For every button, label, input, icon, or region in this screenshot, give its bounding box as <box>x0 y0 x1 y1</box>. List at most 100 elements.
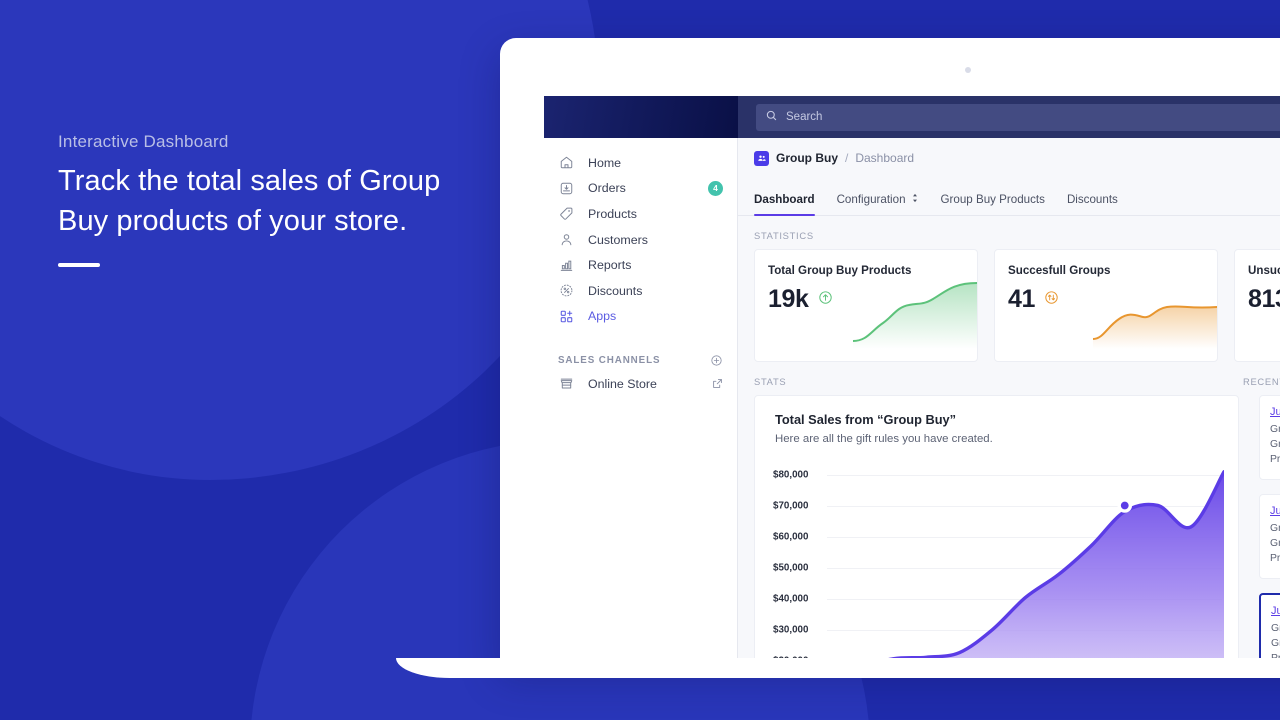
orders-badge: 4 <box>708 180 723 196</box>
sidebar-item-products[interactable]: Products <box>544 201 737 227</box>
app-logo-area[interactable] <box>544 96 738 138</box>
chart-ytick: $70,000 <box>773 500 809 512</box>
tab-label: Group Buy Products <box>940 193 1045 206</box>
recent-card-line: Group Buy P... <box>1270 439 1280 450</box>
sidebar-item-label: Online Store <box>588 376 657 391</box>
statistics-card-row: Total Group Buy Products 19k Succesfull … <box>738 249 1280 362</box>
laptop-base <box>396 658 1280 678</box>
chart-ytick: $40,000 <box>773 593 809 605</box>
promo-block: Interactive Dashboard Track the total sa… <box>58 132 458 267</box>
sidebar-item-label: Reports <box>588 258 632 273</box>
recent-card-link[interactable]: June 2019 <box>1271 605 1280 617</box>
stat-card-value-row: 813 <box>1235 277 1280 314</box>
stats-area: Total Sales from “Group Buy” Here are al… <box>738 395 1280 662</box>
sidebar-item-label: Orders <box>588 181 626 196</box>
recent-card-highlighted[interactable]: June 2019 Groups: 12 Group Buy P... Prod… <box>1259 593 1280 662</box>
chart-ytick: $80,000 <box>773 469 809 481</box>
breadcrumb-separator: / <box>845 151 849 165</box>
discount-badge-icon <box>558 282 575 299</box>
sidebar-item-label: Products <box>588 206 637 221</box>
sidebar-item-home[interactable]: Home <box>544 150 737 176</box>
recent-card-link[interactable]: June 2019 <box>1270 505 1280 517</box>
recent-card-line: Group Buy P... <box>1271 638 1280 649</box>
sidebar-item-apps[interactable]: Apps <box>544 304 737 330</box>
apps-grid-plus-icon <box>558 308 575 325</box>
app-topbar: Search <box>544 96 1280 138</box>
chart-ytick: $60,000 <box>773 531 809 543</box>
sidebar-item-reports[interactable]: Reports <box>544 252 737 278</box>
tab-group-buy-products[interactable]: Group Buy Products <box>941 193 1045 215</box>
stat-card-value: 19k <box>768 285 809 313</box>
stat-card-title: Unsuccesfull Groups <box>1248 264 1280 277</box>
stat-card-unsuccessful-groups[interactable]: Unsuccesfull Groups 813 <box>1234 249 1280 362</box>
sidebar-item-label: Home <box>588 155 622 170</box>
recent-card-line: Product: Bl... <box>1270 454 1280 465</box>
arrow-up-circle-icon <box>818 290 833 310</box>
recent-card-link[interactable]: June 2019 <box>1270 406 1280 418</box>
promo-divider <box>58 263 100 267</box>
topbar-main: Search <box>738 96 1280 138</box>
plus-circle-icon[interactable] <box>710 354 723 367</box>
recent-column: June 2019 Groups: 12 Group Buy P... Prod… <box>1255 395 1280 662</box>
tab-bar: Dashboard Configuration Group Buy Produc… <box>738 178 1280 216</box>
breadcrumb-page[interactable]: Dashboard <box>855 151 914 165</box>
recent-card-line: Group Buy P... <box>1270 538 1280 549</box>
external-link-icon[interactable] <box>710 376 725 391</box>
recent-card-line: Groups: 12 <box>1271 623 1280 634</box>
search-placeholder: Search <box>786 111 823 123</box>
app-body: Home Orders 4 Products Customers Reports… <box>544 138 1280 663</box>
promo-eyebrow: Interactive Dashboard <box>58 132 229 151</box>
promo-title: Track the total sales of Group Buy produ… <box>58 165 441 237</box>
storefront-icon <box>558 375 575 392</box>
stats-section-label: STATS <box>754 376 787 387</box>
recent-card[interactable]: June 2019 Groups: 12 Group Buy P... Prod… <box>1259 494 1280 579</box>
tag-icon <box>558 205 575 222</box>
recent-card[interactable]: June 2019 Groups: 12 Group Buy P... Prod… <box>1259 395 1280 480</box>
recent-card-line: Product: Bl... <box>1270 553 1280 564</box>
chart-subtitle: Here are all the gift rules you have cre… <box>775 433 993 445</box>
breadcrumb: Group Buy / Dashboard <box>738 138 1280 178</box>
bar-chart-icon <box>558 257 575 274</box>
stat-card-title: Total Group Buy Products <box>768 264 912 277</box>
chart-ytick: $30,000 <box>773 624 809 636</box>
sidebar-item-discounts[interactable]: Discounts <box>544 278 737 304</box>
sidebar-item-online-store[interactable]: Online Store <box>544 371 737 397</box>
laptop-screen: Search Home Orders 4 Products Customers … <box>500 38 1280 663</box>
stat-card-value: 813 <box>1248 285 1280 313</box>
sidebar-item-label: Apps <box>588 309 617 324</box>
search-input[interactable]: Search <box>756 103 1280 131</box>
app-window: Search Home Orders 4 Products Customers … <box>544 96 1280 663</box>
recent-card-line: Groups: 12 <box>1270 424 1280 435</box>
tab-label: Dashboard <box>754 193 815 206</box>
stat-card-title: Succesfull Groups <box>1008 264 1111 277</box>
sidebar-item-orders[interactable]: Orders 4 <box>544 176 737 202</box>
breadcrumb-app[interactable]: Group Buy <box>776 151 838 165</box>
sidebar-section-sales-channels: SALES CHANNELS <box>544 349 737 371</box>
statistics-section-label: STATISTICS <box>754 230 814 241</box>
home-icon <box>558 154 575 171</box>
chevron-updown-icon <box>911 193 919 206</box>
sales-area-chart[interactable] <box>827 461 1224 662</box>
tab-discounts[interactable]: Discounts <box>1067 193 1118 215</box>
recent-section-label: RECENT <box>1243 376 1280 387</box>
total-sales-chart-card: Total Sales from “Group Buy” Here are al… <box>754 395 1239 662</box>
group-buy-logo-icon <box>754 150 769 166</box>
tab-label: Configuration <box>836 193 906 206</box>
content-area: Group Buy / Dashboard Dashboard Configur… <box>738 138 1280 662</box>
recent-card-line: Groups: 12 <box>1270 523 1280 534</box>
sidebar-section-title: SALES CHANNELS <box>558 354 661 366</box>
sidebar-item-customers[interactable]: Customers <box>544 227 737 253</box>
tab-configuration[interactable]: Configuration <box>837 193 919 215</box>
chart-ytick: $50,000 <box>773 562 809 574</box>
tab-dashboard[interactable]: Dashboard <box>754 193 815 216</box>
search-icon <box>766 108 777 126</box>
sidebar: Home Orders 4 Products Customers Reports… <box>544 138 738 662</box>
stat-card-value: 41 <box>1008 285 1036 313</box>
orders-inbox-icon <box>558 180 575 197</box>
laptop-camera-icon <box>965 67 971 73</box>
person-icon <box>558 231 575 248</box>
arrow-up-down-circle-icon <box>1044 290 1059 310</box>
chart-title: Total Sales from “Group Buy” <box>775 412 957 427</box>
stat-card-total-products[interactable]: Total Group Buy Products 19k <box>754 249 978 362</box>
stat-card-successful-groups[interactable]: Succesfull Groups 41 <box>994 249 1218 362</box>
